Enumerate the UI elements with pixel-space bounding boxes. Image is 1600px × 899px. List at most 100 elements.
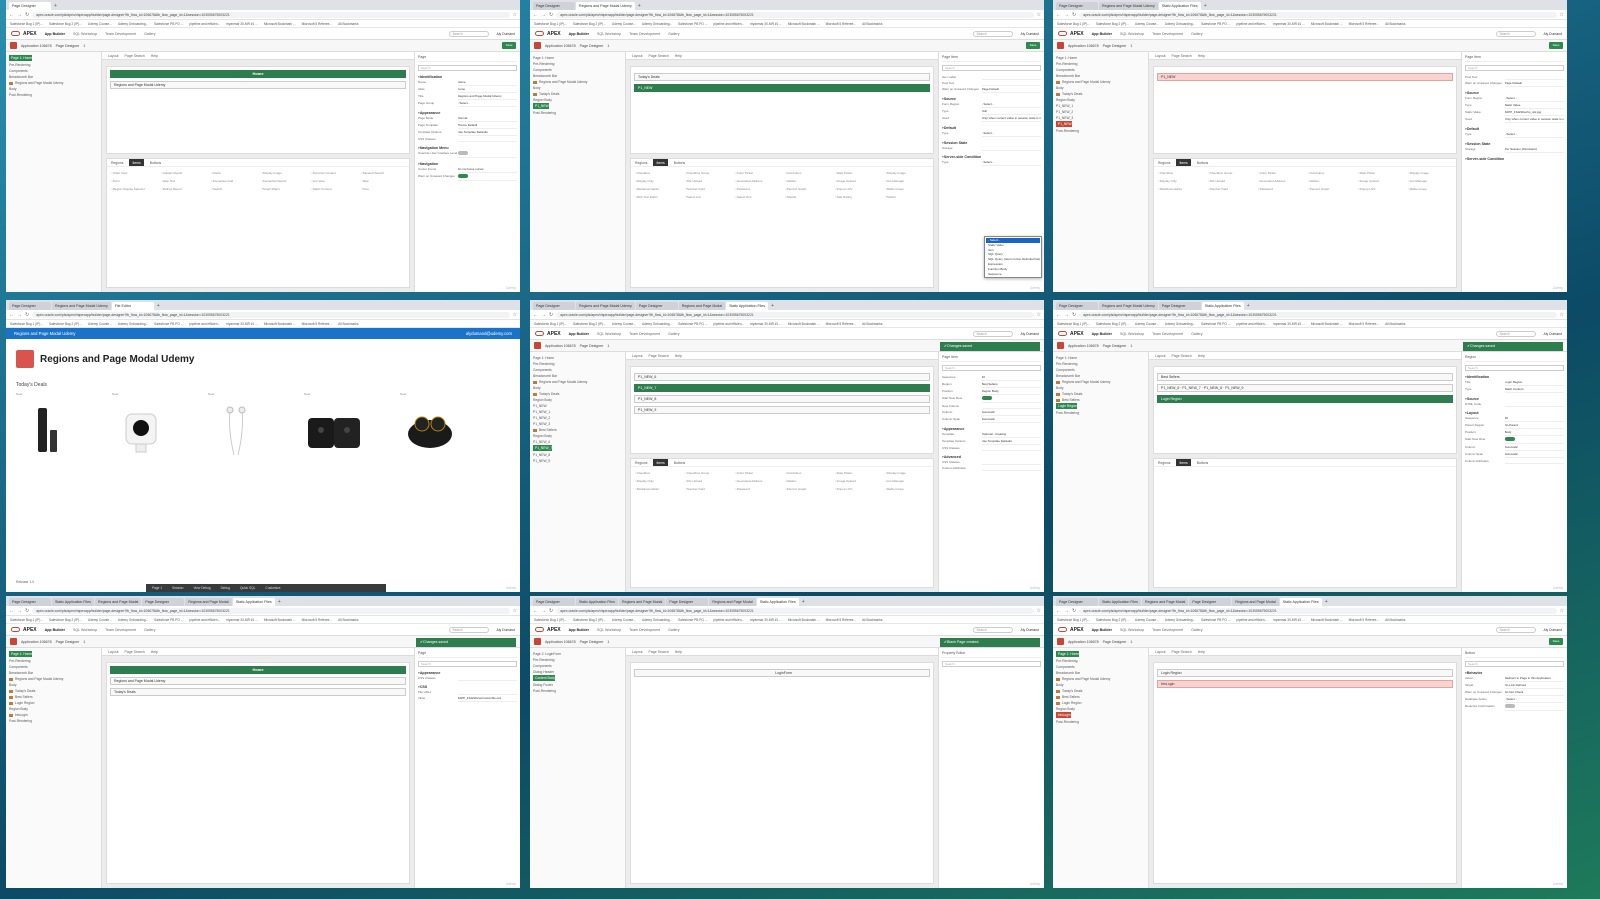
browser-tab[interactable]: Regions and Page Modal xyxy=(1232,598,1279,606)
bookmark-link[interactable]: Udemy Course... xyxy=(1135,22,1159,26)
apex-search-input[interactable]: Search xyxy=(972,330,1013,337)
property-value[interactable]: Theme Default xyxy=(457,122,517,129)
gallery-item[interactable]: Number Field xyxy=(1208,187,1252,191)
bookmark-link[interactable]: Udemy Course... xyxy=(1135,618,1159,622)
back-icon[interactable]: ← xyxy=(9,608,14,614)
bookmark-link[interactable]: pipeline and efficien... xyxy=(713,322,744,326)
app-builder-menu[interactable]: App Builder xyxy=(1092,628,1112,632)
gallery-item[interactable]: Color Picker xyxy=(1258,171,1302,175)
apex-logo[interactable]: APEX xyxy=(535,31,561,37)
url-field[interactable]: apex.oracle.com/pls/apex/r/apexapp/build… xyxy=(32,607,510,614)
gallery-item[interactable]: Percent Graph xyxy=(785,487,829,491)
layout-tab[interactable]: Layout xyxy=(108,648,119,655)
apex-nav-menu[interactable]: Team Development xyxy=(629,32,660,36)
gallery-item[interactable]: List Manager xyxy=(885,479,929,483)
bookmark-link[interactable]: pipeline and efficien... xyxy=(1236,22,1267,26)
page-region[interactable]: P1_NEW_7 xyxy=(634,384,930,392)
gallery-item[interactable]: Static Content xyxy=(311,187,355,191)
gallery-tab[interactable]: Items xyxy=(129,159,144,166)
gallery-item[interactable]: Interactive Report xyxy=(261,179,305,183)
property-value[interactable]: Normal xyxy=(457,115,517,122)
apex-nav-menu[interactable]: Gallery xyxy=(668,628,679,632)
property-value[interactable]: - Select - xyxy=(457,100,517,107)
breadcrumb-region[interactable]: Home xyxy=(110,666,406,674)
bookmark-link[interactable]: Udemy Onboarding... xyxy=(642,618,672,622)
apex-nav-menu[interactable]: Gallery xyxy=(668,32,679,36)
url-field[interactable]: apex.oracle.com/pls/apex/r/apexapp/build… xyxy=(1079,311,1557,318)
bookmark-link[interactable]: myanmar 30-MR #1 ... xyxy=(1273,618,1305,622)
gallery-item[interactable]: Image Upload xyxy=(1358,179,1402,183)
bookmark-link[interactable]: pipeline and efficien... xyxy=(189,618,220,622)
forward-icon[interactable]: → xyxy=(1064,12,1069,18)
property-value[interactable]: Best Sellers xyxy=(981,381,1041,388)
browser-tab[interactable]: Page Designer xyxy=(1056,2,1098,10)
browser-tab[interactable]: Page Designer xyxy=(9,2,51,10)
browser-tab[interactable]: Page Designer xyxy=(533,302,575,310)
browser-tab[interactable]: Static Application Files xyxy=(1201,302,1244,310)
gallery-item[interactable]: Display Image xyxy=(1408,171,1452,175)
property-value[interactable]: Static Content xyxy=(1504,386,1564,393)
apex-search-input[interactable]: Search xyxy=(1495,330,1536,337)
browser-tab[interactable]: Page Designer xyxy=(142,598,185,606)
property-value[interactable]: Redirect to Page in this Application xyxy=(1504,675,1564,682)
browser-tab[interactable]: Regions and Page Modal xyxy=(678,302,726,310)
gallery-item[interactable]: File Upload xyxy=(685,179,729,183)
bookmark-link[interactable]: myanmar 30-MR #1 ... xyxy=(750,22,782,26)
property-value[interactable]: Region Body xyxy=(981,388,1041,395)
tree-node[interactable]: Post-Rendering xyxy=(533,688,622,694)
product-card[interactable]: New xyxy=(112,392,192,460)
page-number-field[interactable]: 1 xyxy=(607,640,609,644)
gallery-tab[interactable]: Items xyxy=(1176,459,1191,466)
gallery-item[interactable]: Shuttle xyxy=(785,195,829,199)
gallery-item[interactable]: Percent Graph xyxy=(1308,187,1352,191)
layout-tab[interactable]: Layout xyxy=(1155,648,1166,655)
tree-node[interactable]: Post-Rendering xyxy=(1056,719,1145,725)
toggle-switch[interactable] xyxy=(1504,704,1515,708)
gallery-tab[interactable]: Buttons xyxy=(1197,459,1209,466)
gallery-item[interactable]: Form xyxy=(111,179,155,183)
save-button[interactable]: Save xyxy=(502,42,516,49)
bookmark-link[interactable]: Salesforce PB PO ... xyxy=(1201,22,1230,26)
bookmark-link[interactable]: pipeline and efficien... xyxy=(713,22,744,26)
browser-tab[interactable]: Static Application Files xyxy=(232,598,275,606)
star-icon[interactable]: ☆ xyxy=(1560,12,1564,18)
apex-nav-menu[interactable]: Team Development xyxy=(105,32,136,36)
property-value[interactable]: Per Session (Persistent) xyxy=(1504,146,1564,153)
property-value[interactable]: 20 xyxy=(981,374,1041,381)
gallery-item[interactable]: Markdown Editor xyxy=(635,487,679,491)
star-icon[interactable]: ☆ xyxy=(1037,12,1041,18)
page-region[interactable]: P1_NEW xyxy=(634,84,930,92)
apex-logo[interactable]: APEX xyxy=(1058,31,1084,37)
bookmark-link[interactable]: Udemy Onboarding... xyxy=(118,618,148,622)
layout-tab[interactable]: Help xyxy=(151,648,158,655)
gallery-item[interactable]: Dynamic Content xyxy=(311,171,355,175)
page-region[interactable]: P1_NEW_8 xyxy=(634,395,930,403)
bookmark-link[interactable]: All Bookmarks xyxy=(862,618,882,622)
apex-logo[interactable]: APEX xyxy=(11,627,37,633)
page-region[interactable]: P1_NEW xyxy=(1157,73,1453,81)
gallery-item[interactable]: Checkbox xyxy=(1158,171,1202,175)
forward-icon[interactable]: → xyxy=(17,12,22,18)
page-number-field[interactable]: 1 xyxy=(1130,640,1132,644)
gallery-item[interactable]: Tree xyxy=(361,187,405,191)
bookmark-link[interactable]: Salesforce Bug 2 (IP)... xyxy=(49,322,82,326)
gallery-tab[interactable]: Regions xyxy=(635,459,647,466)
bookmark-link[interactable]: Udemy Onboarding... xyxy=(118,322,148,326)
apex-nav-menu[interactable]: SQL Workshop xyxy=(1120,332,1144,336)
bookmark-link[interactable]: Salesforce Bug 2 (IP)... xyxy=(1096,618,1129,622)
bookmark-link[interactable]: Salesforce Bug 1 (IP)... xyxy=(1057,618,1090,622)
property-value[interactable]: Automatic xyxy=(981,409,1041,416)
tree-node[interactable]: Post-Rendering xyxy=(533,110,622,116)
tree-node[interactable]: Login Region xyxy=(1056,403,1078,409)
bookmark-link[interactable]: Salesforce Bug 2 (IP)... xyxy=(1096,322,1129,326)
gallery-item[interactable]: Radio Group xyxy=(885,187,929,191)
gallery-item[interactable]: Display Only xyxy=(1158,179,1202,183)
property-filter-input[interactable]: Search xyxy=(942,65,1041,71)
bookmark-link[interactable]: Salesforce Bug 1 (IP)... xyxy=(534,618,567,622)
back-icon[interactable]: ← xyxy=(533,608,538,614)
bookmark-link[interactable]: Udemy Course... xyxy=(612,618,636,622)
gallery-item[interactable]: Date Picker xyxy=(835,471,879,475)
bookmark-link[interactable]: Salesforce Bug 2 (IP)... xyxy=(1096,22,1129,26)
property-value[interactable]: Static Value xyxy=(1504,102,1564,109)
bookmark-link[interactable]: Udemy Course... xyxy=(88,322,112,326)
